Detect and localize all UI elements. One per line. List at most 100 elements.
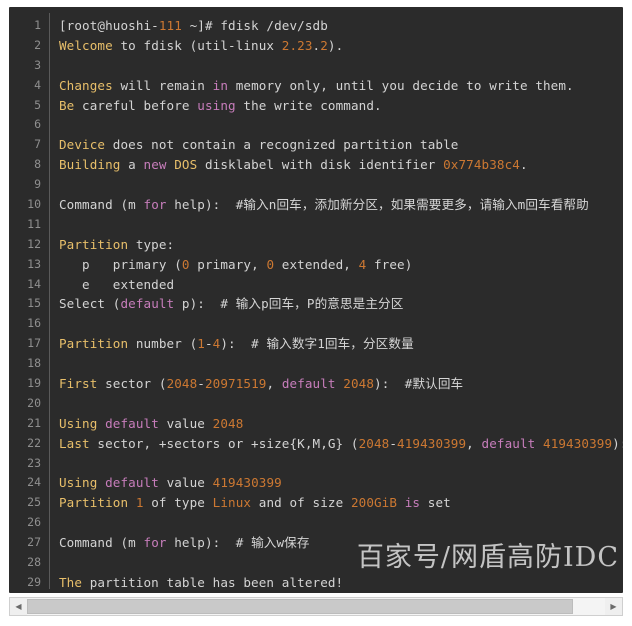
scrollbar-track[interactable] [27, 598, 605, 615]
line-content: Using default value 419430399 [41, 473, 623, 493]
code-token: 419430399 [543, 435, 613, 451]
code-token: 回车， [268, 296, 307, 312]
code-token: 200GiB [350, 495, 398, 511]
code-token: help): # [166, 535, 252, 551]
code-line: 27 Command (m for help): # 输入w保存 [9, 533, 623, 553]
line-number: 12 [27, 236, 41, 251]
code-token: ): # [374, 376, 413, 392]
code-token: free) [366, 256, 413, 272]
code-line: 16 [9, 314, 623, 334]
code-token: sector, +sectors or +size{K,M,G} ( [89, 435, 359, 451]
code-line: 22 Last sector, +sectors or +size{K,M,G} … [9, 434, 623, 454]
line-number: 14 [27, 276, 41, 291]
code-token: 0 [181, 256, 190, 272]
scrollbar-thumb[interactable] [27, 599, 574, 614]
code-line: 25 Partition 1 of type Linux and of size … [9, 493, 623, 513]
line-content: Partition number (1-4): # 输入数字1回车，分区数量 [41, 334, 623, 354]
code-token: Partition [59, 336, 129, 352]
code-token: number ( [128, 336, 198, 352]
code-token: 0x774b38c4 [443, 157, 520, 173]
line-content: The partition table has been altered! [41, 573, 623, 593]
code-line: 24 Using default value 419430399 [9, 473, 623, 493]
code-token: ): # [612, 435, 623, 451]
line-content: Last sector, +sectors or +size{K,M,G} (2… [41, 434, 623, 454]
line-number: 17 [27, 336, 41, 351]
line-content: Partition type: [41, 235, 623, 255]
code-token: , [266, 376, 282, 392]
line-number: 3 [34, 57, 41, 72]
line-number: 16 [27, 316, 41, 331]
line-number: 4 [34, 77, 41, 92]
code-line: 19 First sector (2048-20971519, default 2… [9, 374, 623, 394]
code-token: 1 [135, 495, 144, 511]
code-line: 3 [9, 56, 623, 76]
code-token: Partition [59, 236, 129, 252]
code-line: 15 Select (default p): # 输入p回车，P的意思是主分区 [9, 294, 623, 314]
code-token: primary, [189, 256, 267, 272]
code-line: 20 [9, 394, 623, 414]
code-token: 2048 [358, 435, 390, 451]
code-token: 20971519 [204, 376, 267, 392]
code-token: - [389, 435, 398, 451]
code-token: for [143, 197, 167, 213]
code-line: 8 Building a new DOS disklabel with disk … [9, 155, 623, 175]
line-number: 13 [27, 256, 41, 271]
line-number: 9 [34, 177, 41, 192]
line-number: 6 [34, 117, 41, 132]
line-content: Device does not contain a recognized par… [41, 135, 623, 155]
code-token: default [281, 376, 336, 392]
code-token: 输入数字 [266, 336, 318, 352]
scroll-right-arrow-icon[interactable]: ▶ [605, 598, 622, 615]
code-token: for [143, 535, 167, 551]
code-token: Device [59, 137, 106, 153]
line-content: Be careful before using the write comman… [41, 96, 623, 116]
code-token: 2.23 [281, 37, 313, 53]
code-token: ): # [220, 336, 267, 352]
line-number: 11 [27, 216, 41, 231]
code-token: does not contain a recognized partition … [105, 137, 459, 153]
line-number: 8 [34, 157, 41, 172]
code-token: default [481, 435, 536, 451]
code-line: 18 [9, 354, 623, 374]
code-token: default [120, 296, 175, 312]
line-number: 10 [27, 197, 41, 212]
line-content: Welcome to fdisk (util-linux 2.23.2). [41, 36, 623, 56]
line-content: p primary (0 primary, 0 extended, 4 free… [41, 255, 623, 275]
code-line: 11 [9, 215, 623, 235]
code-token: 回车，添加新分区，如果需要更多，请输入 [276, 197, 518, 213]
code-token: w [276, 535, 285, 551]
code-token: 1 [317, 336, 325, 352]
gutter-divider [49, 13, 50, 589]
code-token: in [212, 77, 229, 93]
code-token: Building [59, 157, 121, 173]
code-token: 111 [158, 18, 182, 33]
code-token: p [261, 296, 269, 312]
code-line: 5 Be careful before using the write comma… [9, 96, 623, 116]
code-token: 2 [320, 37, 328, 53]
horizontal-scrollbar[interactable]: ◀ ▶ [9, 597, 623, 616]
line-content: Building a new DOS disklabel with disk i… [41, 155, 623, 175]
code-token: - [204, 336, 213, 352]
code-lines: 1 [root@huoshi-111 ~]# fdisk /dev/sdb 2 Wel… [9, 16, 623, 593]
code-line: 9 [9, 175, 623, 195]
code-token: Command (m [59, 197, 144, 213]
code-token: value [158, 415, 213, 431]
code-token: 2048 [166, 376, 198, 392]
code-line: 21 Using default value 2048 [9, 414, 623, 434]
line-number: 26 [27, 515, 41, 530]
code-token: set [420, 495, 451, 511]
scroll-left-arrow-icon[interactable]: ◀ [10, 598, 27, 615]
line-number: 7 [34, 137, 41, 152]
code-token: 输入 [251, 535, 277, 551]
code-token: 419430399 [212, 475, 282, 491]
code-line: 14 e extended [9, 275, 623, 295]
code-block[interactable]: 1 [root@huoshi-111 ~]# fdisk /dev/sdb 2 Wel… [9, 7, 623, 593]
code-line: 1 [root@huoshi-111 ~]# fdisk /dev/sdb [9, 16, 623, 36]
code-line: 17 Partition number (1-4): # 输入数字1回车，分区数量 [9, 334, 623, 354]
line-number: 29 [27, 574, 41, 589]
code-token: Be [59, 97, 75, 113]
code-token: disklabel with disk identifier [197, 157, 444, 173]
